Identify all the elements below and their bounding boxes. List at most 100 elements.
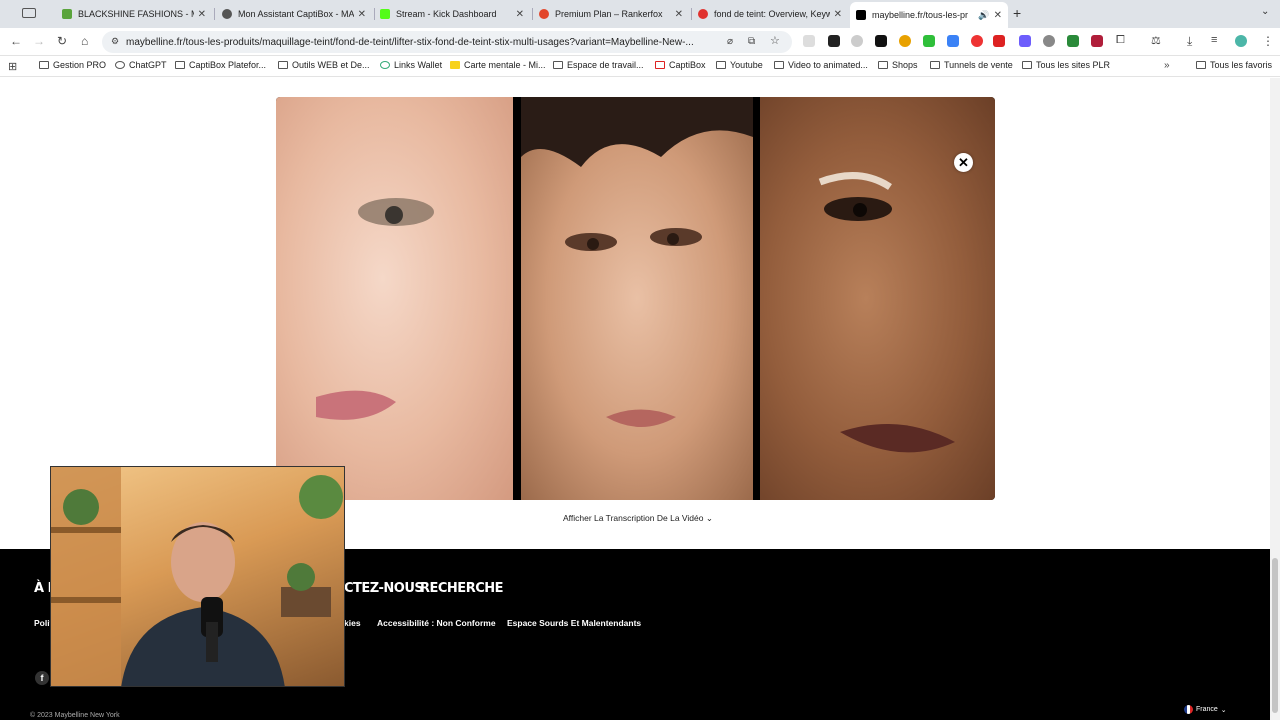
download-icon[interactable]: ⤓ [1187,34,1192,49]
reload-icon[interactable]: ↻ [57,34,67,48]
extension-d-icon[interactable] [1019,35,1031,47]
bookmark-tous-les-favoris[interactable]: Tous les favoris [1196,60,1272,70]
footer-link-cookies[interactable]: kies [344,618,361,628]
footer-heading-recherche[interactable]: RECHERCHE [420,581,504,596]
bookmark-shops[interactable]: Shops [878,60,918,70]
bookmark-captibox-plateforme[interactable]: CaptiBox Platefor... [175,60,266,70]
close-tab-icon[interactable]: ✕ [516,9,524,20]
face-left-svg [316,198,434,420]
bookmark-sites-plr[interactable]: Tous les sites PLR [1022,60,1110,70]
footer-link-espace-sourds[interactable]: Espace Sourds Et Malentendants [507,618,641,628]
url-text: maybelline.fr/tous-les-produits/maquilla… [126,36,694,48]
extension-multicolor-icon[interactable] [899,35,911,47]
address-bar[interactable]: ⚙ maybelline.fr/tous-les-produits/maquil… [102,31,792,53]
close-tab-icon[interactable]: ✕ [198,9,206,20]
tab-strip: BLACKSHINE FASHIONS - Mo ✕ Mon Assistant… [0,0,1280,28]
extensions-puzzle-icon[interactable]: ⧠ [1116,34,1125,47]
folder-icon [39,61,49,69]
close-tab-icon[interactable]: ✕ [675,9,683,20]
site-info-icon[interactable]: ⚙ [111,36,119,47]
rankerfox-icon [539,9,549,19]
bookmarks-bar: ⊞ Gestion PRO ChatGPT CaptiBox Platefor.… [0,57,1280,77]
tab-captibox[interactable]: Mon Assistant CaptiBox - MA ✕ [216,4,372,24]
back-icon[interactable]: ← [10,34,22,48]
video-panel-left-face [276,97,513,500]
miro-icon [450,61,460,69]
bookmark-star-icon[interactable]: ☆ [770,34,780,47]
footer-heading-contactez-nous[interactable]: CTEZ-NOUS [344,581,424,596]
tab-keyword[interactable]: fond de teint: Overview, Keyw ✕ [692,4,848,24]
tab-rankerfox[interactable]: Premium Plan – Rankerfox ✕ [533,4,689,24]
extension-script-icon[interactable] [875,35,887,47]
product-video[interactable] [276,97,995,500]
close-tab-icon[interactable]: ✕ [358,9,366,20]
bookmark-chatgpt[interactable]: ChatGPT [115,60,167,70]
folder-icon [878,61,888,69]
media-icon[interactable]: ≡ [1211,34,1217,46]
settings-icon[interactable]: ⚖ [1151,34,1161,47]
extension-globe-icon[interactable] [1043,35,1055,47]
bookmark-espace-travail[interactable]: Espace de travail... [553,60,644,70]
folder-icon [553,61,563,69]
image-icon [774,61,784,69]
extension-pen-icon[interactable] [828,35,840,47]
forward-icon[interactable]: → [33,34,45,48]
kick-icon [380,9,390,19]
scrollbar-thumb[interactable] [1272,558,1278,713]
new-tab-icon[interactable]: + [1013,5,1021,21]
audio-icon[interactable]: 🔊 [978,10,989,21]
bookmark-youtube[interactable]: Youtube [716,60,763,70]
eye-off-icon[interactable]: ⌀ [727,36,733,47]
apps-grid-icon[interactable]: ⊞ [8,60,17,73]
bookmark-video-animated[interactable]: Video to animated... [774,60,868,70]
home-icon[interactable]: ⌂ [81,34,88,48]
more-bookmarks-chevron-icon[interactable]: » [1164,60,1170,71]
tab-title: Premium Plan – Rankerfox [555,9,663,19]
close-video-icon[interactable]: ✕ [954,153,973,172]
folder-icon [1022,61,1032,69]
tab-separator [214,8,215,20]
copyright-text: © 2023 Maybelline New York [30,712,120,719]
extension-doc-icon[interactable] [947,35,959,47]
browser-toolbar: ← → ↻ ⌂ ⚙ maybelline.fr/tous-les-produit… [0,28,1280,56]
tab-title: Stream - Kick Dashboard [396,9,497,19]
shopify-icon [62,9,72,19]
country-selector[interactable]: France ⌄ [1184,705,1227,714]
install-icon[interactable]: ⧉ [748,36,755,47]
extension-new-icon[interactable] [993,35,1005,47]
close-tab-icon[interactable]: ✕ [994,10,1002,21]
bookmark-gestion-pro[interactable]: Gestion PRO [39,60,106,70]
tab-title: maybelline.fr/tous-les-pr [872,10,969,20]
bookmark-captibox[interactable]: CaptiBox [655,60,706,70]
tab-kick[interactable]: Stream - Kick Dashboard ✕ [374,4,530,24]
facebook-icon[interactable]: f [35,671,49,685]
bookmark-links-wallet[interactable]: Links Wallet [380,60,442,70]
link-icon [380,61,390,69]
tab-list-chevron-icon[interactable]: ⌄ [1261,6,1269,17]
openai-icon [115,61,125,69]
face-center-svg [521,97,753,427]
bookmark-outils-web[interactable]: Outils WEB et De... [278,60,370,70]
bookmark-tunnels-vente[interactable]: Tunnels de vente [930,60,1013,70]
extension-t-icon[interactable] [923,35,935,47]
tab-blackshine[interactable]: BLACKSHINE FASHIONS - Mo ✕ [56,4,212,24]
show-transcript-toggle[interactable]: Afficher La Transcription De La Vidéo ⌄ [563,513,713,524]
tab-maybelline[interactable]: maybelline.fr/tous-les-pr 🔊 ✕ [850,2,1008,28]
footer-link-accessibilite[interactable]: Accessibilité : Non Conforme [377,618,496,628]
tab-title: BLACKSHINE FASHIONS - Mo [78,9,194,19]
extension-colors-icon[interactable] [971,35,983,47]
bookmark-carte-mentale[interactable]: Carte mentale - Mi... [450,60,546,70]
menu-icon[interactable]: ⋮ [1262,34,1274,48]
video-divider [753,97,760,500]
openai-icon [222,9,232,19]
close-tab-icon[interactable]: ✕ [834,9,842,20]
extension-w-icon[interactable] [1091,35,1103,47]
video-panel-center-face [521,97,753,500]
tab-search-icon[interactable] [22,8,36,18]
extension-u-icon[interactable] [803,35,815,47]
extension-circle-icon[interactable] [851,35,863,47]
video-divider [513,97,521,500]
profile-avatar-icon[interactable] [1235,35,1247,47]
captibox-icon [655,61,665,69]
extension-cursor-icon[interactable] [1067,35,1079,47]
